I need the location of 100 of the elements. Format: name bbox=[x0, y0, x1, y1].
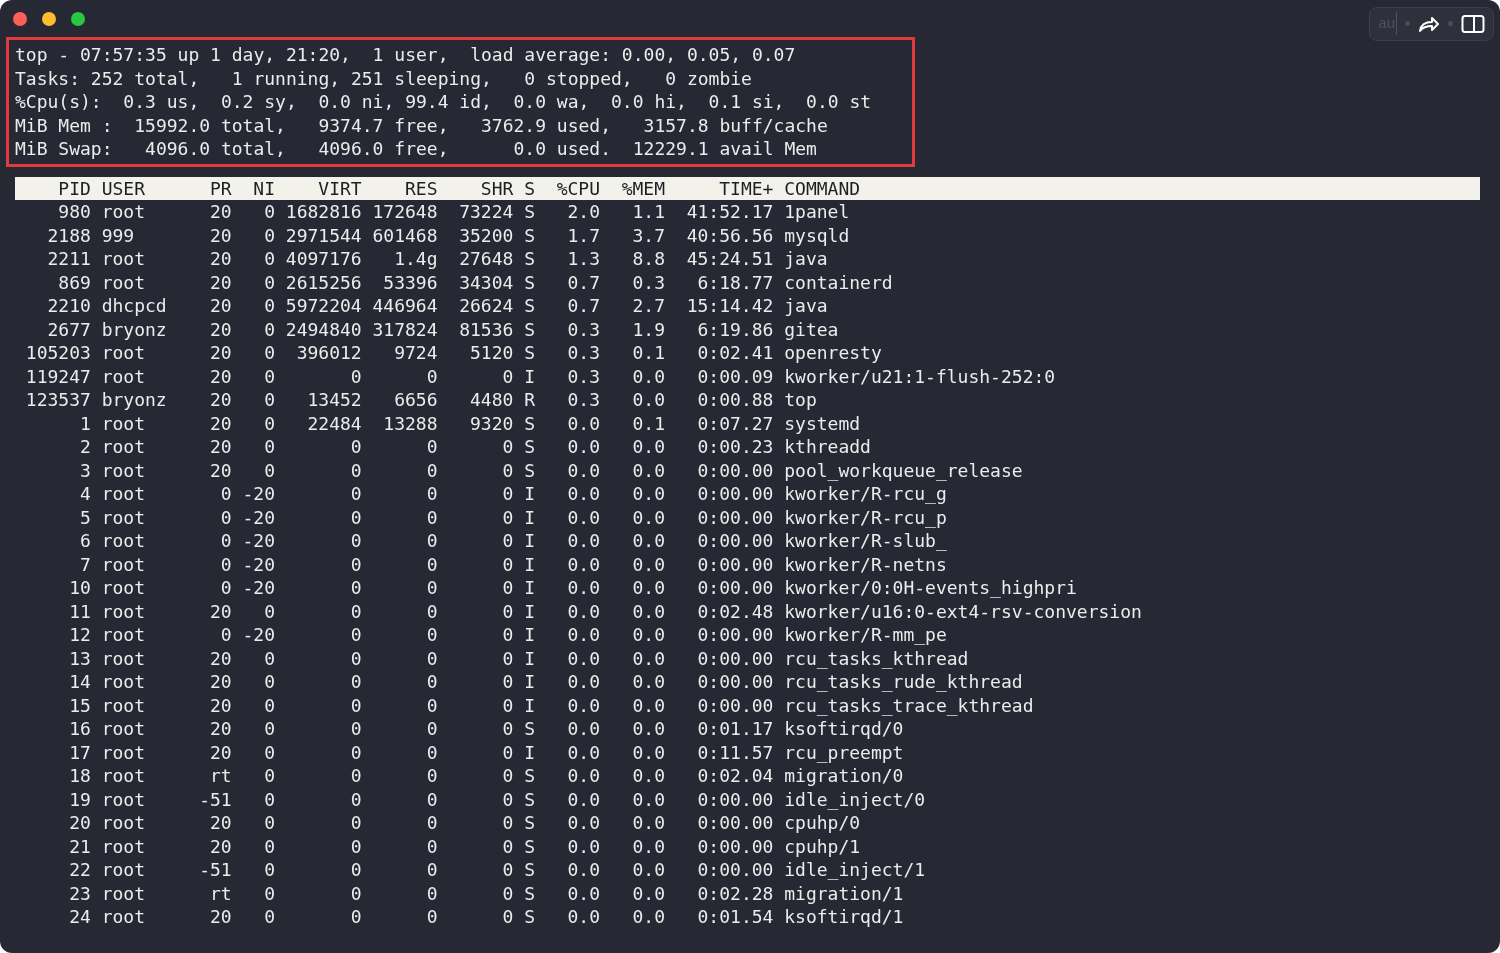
table-cell-text: root bbox=[101, 623, 147, 648]
table-cell-text: 0 bbox=[263, 270, 275, 295]
table-cell-text: S bbox=[524, 834, 536, 859]
table-cell-text: 0 bbox=[501, 670, 514, 695]
table-cell-text: 0 bbox=[425, 435, 438, 460]
column-header: COMMAND bbox=[784, 176, 862, 201]
table-cell-text: 20 bbox=[209, 317, 232, 342]
table-cell-text: 396012 bbox=[295, 341, 362, 366]
summary-line: Tasks: 252 total, 1 running, 251 sleeping, 0 stopped, 0 zombie bbox=[15, 66, 753, 90]
table-cell-text: root bbox=[101, 764, 147, 789]
table-cell-text: 0 bbox=[425, 834, 438, 859]
table-cell-text: 20 bbox=[209, 646, 232, 671]
table-cell-text: 0 bbox=[501, 717, 514, 742]
table-cell-text: 1.9 bbox=[631, 317, 666, 342]
column-header: VIRT bbox=[317, 176, 362, 201]
table-cell-text: 15:14.42 bbox=[685, 294, 774, 319]
table-cell-text: rcu_tasks_trace_kthread bbox=[784, 693, 1035, 718]
table-cell-text: 45:24.51 bbox=[685, 247, 774, 272]
table-cell-text: 0.0 bbox=[566, 787, 601, 812]
table-cell-text: 0:01.17 bbox=[696, 717, 774, 742]
table-cell-text: 0 bbox=[425, 905, 438, 930]
table-cell-text: 2211 bbox=[46, 247, 91, 272]
table-cell-text: 0 bbox=[501, 599, 514, 624]
column-header: TIME+ bbox=[718, 176, 774, 201]
table-cell-text: 0 bbox=[263, 834, 275, 859]
table-cell-text: -20 bbox=[242, 552, 275, 577]
table-cell-text: -20 bbox=[242, 505, 275, 530]
table-cell-text: 0 bbox=[425, 529, 438, 554]
table-cell-text: 0:00.00 bbox=[696, 670, 774, 695]
table-cell-text: 4480 bbox=[469, 388, 514, 413]
table-cell-text: 0.0 bbox=[566, 764, 601, 789]
table-cell-text: 0.0 bbox=[566, 646, 601, 671]
table-cell-text: 0 bbox=[501, 905, 514, 930]
table-cell-text: root bbox=[101, 247, 147, 272]
table-cell-text: 0 bbox=[501, 787, 514, 812]
table-cell-text: I bbox=[524, 623, 536, 648]
table-cell-text: kworker/R-mm_pe bbox=[784, 623, 948, 648]
table-cell-text: 0 bbox=[349, 646, 362, 671]
table-cell-text: 0 bbox=[501, 576, 514, 601]
table-cell-text: 1.4g bbox=[393, 247, 438, 272]
table-cell-text: 0 bbox=[349, 505, 362, 530]
maximize-button[interactable] bbox=[71, 11, 85, 26]
table-cell-text: I bbox=[524, 505, 536, 530]
table-cell-text: 2615256 bbox=[285, 270, 362, 295]
table-cell-text: root bbox=[101, 905, 147, 930]
table-cell-text: 0:00.00 bbox=[696, 623, 774, 648]
table-cell-text: I bbox=[524, 693, 536, 718]
column-header: %CPU bbox=[555, 176, 601, 201]
table-cell-text: I bbox=[524, 552, 536, 577]
table-cell-text: 601468 bbox=[372, 223, 438, 248]
table-cell-text: 6 bbox=[79, 529, 91, 554]
table-cell-text: 23 bbox=[68, 881, 91, 906]
table-cell-text: 22484 bbox=[306, 411, 362, 436]
table-cell-text: pool_workqueue_release bbox=[784, 458, 1024, 483]
table-cell-text: S bbox=[524, 200, 536, 225]
table-cell-text: 0 bbox=[349, 458, 362, 483]
table-cell-text: I bbox=[524, 529, 536, 554]
table-cell-text: 0 bbox=[425, 881, 438, 906]
minimize-button[interactable] bbox=[42, 11, 56, 26]
table-cell-text: 11 bbox=[68, 599, 91, 624]
table-cell-text: 2210 bbox=[46, 294, 91, 319]
table-cell-text: 123537 bbox=[25, 388, 91, 413]
table-cell-text: S bbox=[524, 764, 536, 789]
table-cell-text: rt bbox=[209, 764, 232, 789]
table-cell-text: 0 bbox=[219, 552, 232, 577]
table-cell-text: 0 bbox=[263, 646, 275, 671]
split-pane-icon[interactable] bbox=[1461, 13, 1485, 34]
table-cell-text: S bbox=[524, 341, 536, 366]
column-header: SHR bbox=[479, 176, 514, 201]
table-cell-text: bryonz bbox=[101, 317, 168, 342]
table-cell-text: rcu_tasks_rude_kthread bbox=[784, 670, 1024, 695]
table-cell-text: 2971544 bbox=[285, 223, 362, 248]
table-cell-text: 0 bbox=[263, 881, 275, 906]
table-cell-text: 0.1 bbox=[631, 411, 666, 436]
close-button[interactable] bbox=[13, 11, 27, 26]
table-cell-text: I bbox=[524, 482, 536, 507]
table-cell-text: 0 bbox=[349, 764, 362, 789]
table-cell-text: 172648 bbox=[372, 200, 438, 225]
table-cell-text: 0 bbox=[349, 717, 362, 742]
table-cell-text: java bbox=[784, 247, 829, 272]
table-cell-text: 0 bbox=[349, 482, 362, 507]
table-cell-text: 0.0 bbox=[566, 458, 601, 483]
table-cell-text: 0 bbox=[263, 294, 275, 319]
table-cell-text: 24 bbox=[68, 905, 91, 930]
table-cell-text: 0 bbox=[425, 811, 438, 836]
table-cell-text: 0:02.28 bbox=[696, 881, 774, 906]
table-cell-text: cpuhp/1 bbox=[784, 834, 862, 859]
table-cell-text: 1.3 bbox=[566, 247, 601, 272]
table-cell-text: 0:00.00 bbox=[696, 693, 774, 718]
table-cell-text: 2494840 bbox=[285, 317, 362, 342]
share-arrow-icon[interactable] bbox=[1418, 14, 1440, 33]
table-cell-text: I bbox=[524, 599, 536, 624]
table-cell-text: -20 bbox=[242, 576, 275, 601]
table-cell-text: root bbox=[101, 505, 147, 530]
table-cell-text: 0:02.04 bbox=[696, 764, 774, 789]
table-cell-text: kworker/R-rcu_g bbox=[784, 482, 948, 507]
table-cell-text: 0 bbox=[219, 529, 232, 554]
table-cell-text: root bbox=[101, 576, 147, 601]
table-cell-text: 20 bbox=[209, 270, 232, 295]
table-cell-text: 0 bbox=[425, 505, 438, 530]
